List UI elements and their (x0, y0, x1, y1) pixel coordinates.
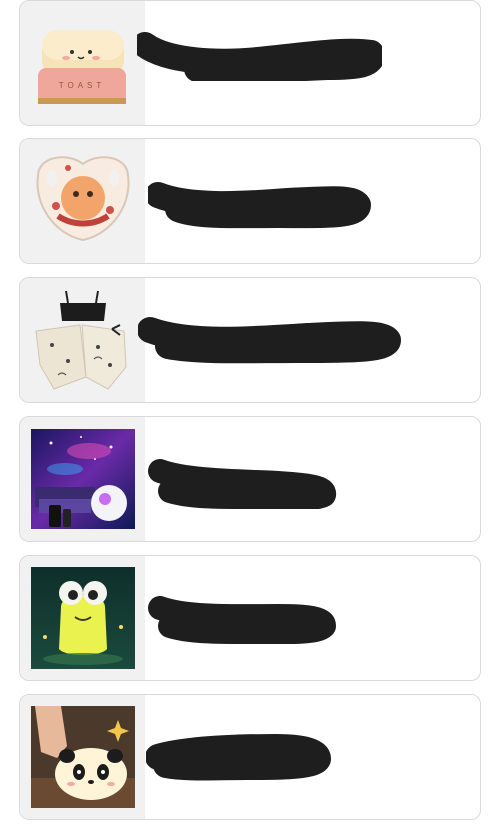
redaction-scribble (148, 182, 371, 229)
pacifier-image (27, 146, 138, 256)
panda-lamp-image (30, 706, 135, 808)
product-thumbnail (20, 556, 145, 680)
product-card[interactable] (19, 555, 481, 681)
redaction-scribble (148, 596, 336, 644)
product-thumbnail (20, 417, 145, 541)
product-thumbnail (20, 139, 145, 263)
toast-lamp-image: TOAST (27, 8, 138, 118)
redaction-scribble (138, 317, 401, 364)
redaction-scribble (137, 32, 382, 81)
pajama-set-image (27, 285, 138, 395)
redaction-scribble (146, 734, 331, 781)
product-card[interactable] (19, 277, 481, 403)
svg-text:TOAST: TOAST (58, 81, 105, 90)
product-thumbnail (20, 695, 145, 819)
product-card[interactable] (19, 694, 481, 820)
product-thumbnail: TOAST (20, 1, 145, 125)
product-card[interactable] (19, 416, 481, 542)
product-thumbnail (20, 278, 145, 402)
product-card[interactable] (19, 138, 481, 264)
product-card[interactable]: TOAST (19, 0, 481, 126)
frog-lamp-image (30, 567, 135, 669)
redaction-scribble (148, 459, 336, 509)
galaxy-projector-image (30, 429, 135, 529)
